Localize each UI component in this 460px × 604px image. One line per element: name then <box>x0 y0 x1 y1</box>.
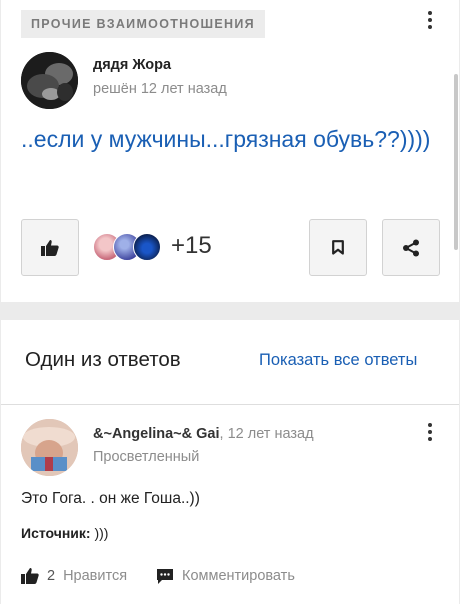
answer-like-label: Нравится <box>63 568 128 584</box>
answer-text: Это Гога. . он же Гоша..)) <box>21 490 200 507</box>
answer-like-button[interactable]: 2 Нравится <box>21 566 127 586</box>
category-tag[interactable]: ПРОЧИЕ ВЗАИМООТНОШЕНИЯ <box>21 10 265 38</box>
share-button[interactable] <box>382 219 440 276</box>
avatar[interactable] <box>21 52 78 109</box>
question-card: ПРОЧИЕ ВЗАИМООТНОШЕНИЯ дядя Жора решён 1… <box>1 0 459 302</box>
more-vertical-icon[interactable] <box>420 8 440 32</box>
answer-like-count: 2 <box>47 568 56 584</box>
avatar[interactable] <box>21 419 78 476</box>
likes-count[interactable]: +15 <box>171 232 212 260</box>
like-button[interactable] <box>21 219 79 276</box>
answer-time: , 12 лет назад <box>219 426 314 442</box>
question-status: решён 12 лет назад <box>93 81 227 97</box>
answer-author-rank: Просветленный <box>93 449 200 465</box>
more-vertical-icon[interactable] <box>420 420 440 444</box>
answer-comment-label: Комментировать <box>182 568 295 584</box>
liker-avatar <box>133 233 161 261</box>
comment-icon <box>157 568 173 584</box>
show-all-answers-link[interactable]: Показать все ответы <box>259 351 417 370</box>
share-icon <box>403 239 419 256</box>
answer-source: Источник: ))) <box>21 525 108 541</box>
thumbs-up-icon <box>41 239 59 256</box>
bookmark-icon <box>332 240 344 255</box>
question-title: ..если у мужчины...грязная обувь??)))) <box>21 126 431 152</box>
answer-author-line: &~Angelina~& Gai, 12 лет назад <box>93 426 314 442</box>
author-name[interactable]: дядя Жора <box>93 57 171 73</box>
divider <box>1 404 459 405</box>
scrollbar[interactable] <box>454 74 458 250</box>
section-title: Один из ответов <box>25 348 181 371</box>
likers-avatars[interactable] <box>93 233 163 263</box>
thumbs-up-icon <box>21 568 39 584</box>
bookmark-button[interactable] <box>309 219 367 276</box>
answer-comment-button[interactable]: Комментировать <box>156 566 295 586</box>
source-label: Источник: <box>21 525 91 541</box>
answer-card: Один из ответов Показать все ответы &~An… <box>1 320 459 604</box>
answer-author-name[interactable]: &~Angelina~& Gai <box>93 426 220 442</box>
source-value: ))) <box>90 525 109 541</box>
